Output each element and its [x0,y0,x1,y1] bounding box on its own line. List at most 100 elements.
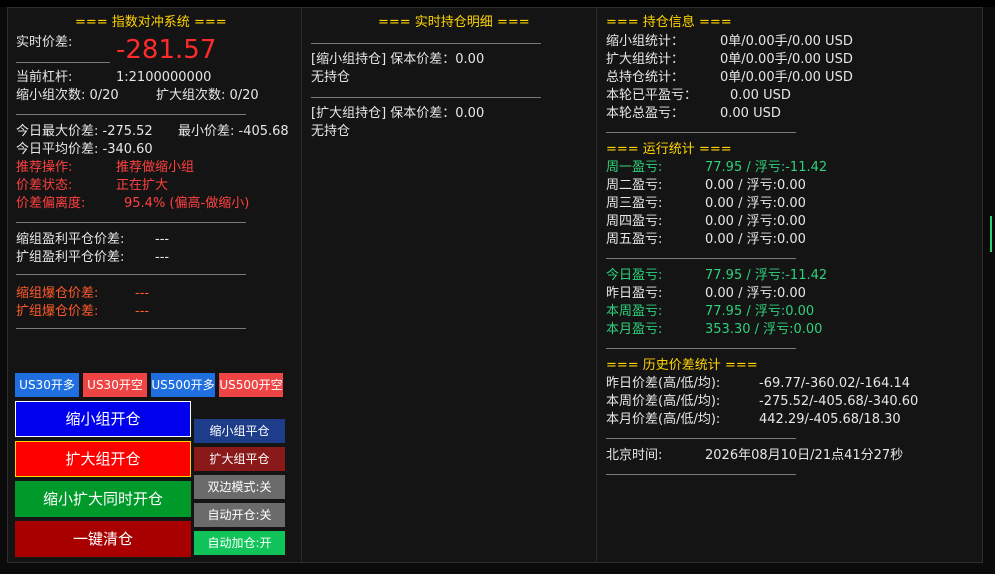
open-expand-button[interactable]: 扩大组开仓 [15,441,191,477]
fri-pnl-value: 0.00 / 浮亏:0.00 [705,232,806,247]
spread-state-value: 正在扩大 [116,178,169,193]
separator [311,43,541,44]
week-spread-value: -275.52/-405.68/-340.60 [759,394,919,409]
auto-add-label: 自动加仓:开 [207,536,272,550]
shrink-position-status: 无持仓 [311,70,351,85]
separator [16,274,246,275]
thu-pnl-label: 周四盈亏: [606,214,663,229]
expand-stat-label: 扩大组统计： [606,52,685,67]
us30-short-button[interactable]: US30开空 [83,373,147,397]
us500-long-label: US500开多 [151,378,215,392]
middle-title: === 实时持仓明细 === [378,15,530,30]
recommend-label: 推荐操作: [16,160,73,175]
shrink-stat-value: 0单/0.00手/0.00 USD [720,34,853,49]
history-spread-title: === 历史价差统计 === [606,358,758,373]
shrink-tp-value: --- [155,232,170,247]
today-pnl-value: 77.95 / 浮亏:-11.42 [705,268,828,283]
position-info-title: === 持仓信息 === [606,15,732,30]
mon-pnl-label: 周一盈亏: [606,160,663,175]
open-both-label: 缩小扩大同时开仓 [42,490,163,508]
today-pnl-label: 今日盈亏: [606,268,663,283]
month-spread-value: 442.29/-405.68/18.30 [759,412,901,427]
shrink-stat-label: 缩小组统计： [606,34,685,49]
shrink-tp-label: 缩组盈利平仓价差: [16,232,125,247]
open-expand-label: 扩大组开仓 [65,450,141,468]
top-strip [0,0,995,7]
round-closed-value: 0.00 USD [730,88,791,103]
yesterday-pnl-label: 昨日盈亏: [606,286,663,301]
tue-pnl-label: 周二盈亏: [606,178,663,193]
month-pnl-label: 本月盈亏: [606,322,663,337]
open-shrink-label: 缩小组开仓 [65,410,141,428]
spread-state-label: 价差状态: [16,178,73,193]
wed-pnl-label: 周三盈亏: [606,196,663,211]
expand-tp-value: --- [155,250,170,265]
separator [606,258,796,259]
us500-long-button[interactable]: US500开多 [151,373,215,397]
week-spread-label: 本周价差(高/低/均): [606,394,721,409]
left-title: === 指数对冲系统 === [75,15,227,30]
beijing-time-value: 2026年08月10日/21点41分27秒 [705,448,904,463]
separator [606,348,796,349]
close-shrink-label: 缩小组平仓 [209,424,270,438]
fri-pnl-label: 周五盈亏: [606,232,663,247]
chart-edge-marker [990,216,992,252]
round-total-label: 本轮总盈亏： [606,106,685,121]
deviation-value: 95.4% (偏高-做缩小) [124,196,250,211]
open-shrink-button[interactable]: 缩小组开仓 [15,401,191,437]
panel-frame [7,7,983,563]
yesterday-pnl-value: 0.00 / 浮亏:0.00 [705,286,806,301]
spread-label: 实时价差: [16,35,73,50]
separator [16,328,246,329]
week-pnl-label: 本周盈亏: [606,304,663,319]
expand-liq-label: 扩组爆仓价差: [16,304,99,319]
separator [16,62,110,63]
spread-value: -281.57 [116,35,217,65]
auto-open-label: 自动开仓:关 [207,508,272,522]
separator [16,222,246,223]
month-spread-label: 本月价差(高/低/均): [606,412,721,427]
auto-open-toggle[interactable]: 自动开仓:关 [194,503,285,527]
separator [606,474,796,475]
separator [606,438,796,439]
close-all-button[interactable]: 一键清仓 [15,521,191,557]
close-shrink-button[interactable]: 缩小组平仓 [194,419,285,443]
expand-position-label: [扩大组持仓] 保本价差：0.00 [311,106,485,121]
total-stat-value: 0单/0.00手/0.00 USD [720,70,853,85]
leverage-value: 1:2100000000 [116,70,212,85]
auto-add-toggle[interactable]: 自动加仓:开 [194,531,285,555]
run-stats-title: === 运行统计 === [606,142,732,157]
bidir-mode-toggle[interactable]: 双边模式:关 [194,475,285,499]
today-min-spread: 最小价差: -405.68 [178,124,289,139]
open-both-button[interactable]: 缩小扩大同时开仓 [15,481,191,517]
us30-long-button[interactable]: US30开多 [15,373,79,397]
shrink-count: 缩小组次数: 0/20 [16,88,119,103]
today-max-spread: 今日最大价差: -275.52 [16,124,153,139]
shrink-position-label: [缩小组持仓] 保本价差：0.00 [311,52,485,67]
thu-pnl-value: 0.00 / 浮亏:0.00 [705,214,806,229]
close-expand-label: 扩大组平仓 [209,452,270,466]
yesterday-spread-label: 昨日价差(高/低/均): [606,376,721,391]
leverage-label: 当前杠杆: [16,70,73,85]
separator [16,114,246,115]
column-divider-right [596,8,597,562]
close-all-label: 一键清仓 [72,530,133,548]
total-stat-label: 总持仓统计： [606,70,685,85]
expand-tp-label: 扩组盈利平仓价差: [16,250,125,265]
us30-short-label: US30开空 [87,378,143,392]
expand-liq-value: --- [135,304,150,319]
tue-pnl-value: 0.00 / 浮亏:0.00 [705,178,806,193]
deviation-label: 价差偏离度: [16,196,86,211]
separator [606,132,796,133]
bidir-mode-label: 双边模式:关 [207,480,272,494]
week-pnl-value: 77.95 / 浮亏:0.00 [705,304,815,319]
close-expand-button[interactable]: 扩大组平仓 [194,447,285,471]
column-divider-left [301,8,302,562]
us30-long-label: US30开多 [19,378,75,392]
recommend-value: 推荐做缩小组 [116,160,195,175]
us500-short-button[interactable]: US500开空 [219,373,283,397]
round-closed-label: 本轮已平盈亏： [606,88,698,103]
today-avg-spread: 今日平均价差: -340.60 [16,142,153,157]
mon-pnl-value: 77.95 / 浮亏:-11.42 [705,160,828,175]
us500-short-label: US500开空 [219,378,283,392]
